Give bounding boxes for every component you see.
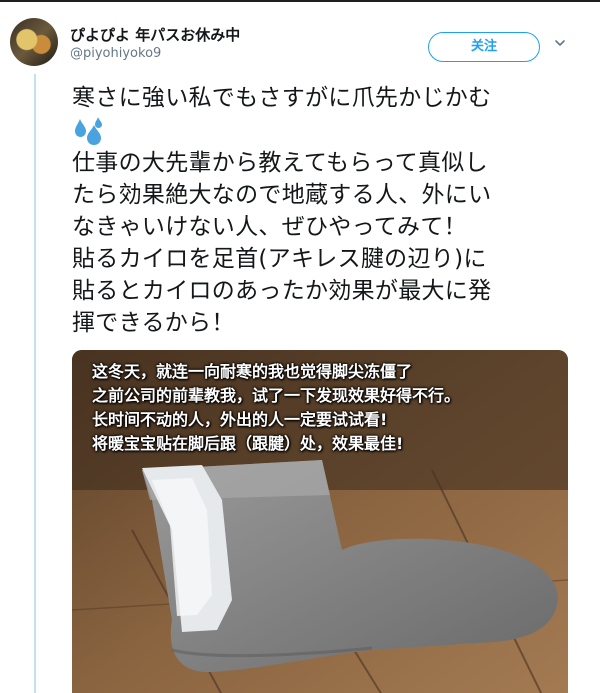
chevron-down-icon[interactable] (550, 36, 570, 56)
photo-caption-line: 这冬天，就连一向耐寒的我也觉得脚尖冻僵了 (92, 362, 413, 381)
tweet-text: 寒さに強い私でもさすがに爪先かじかむ 仕事の大先輩から教えてもらって真似し たら… (72, 82, 577, 339)
tweet-text-line: 貼るカイロを足首(アキレス腱の辺り)に (72, 245, 487, 272)
photo-caption: 这冬天，就连一向耐寒的我也觉得脚尖冻僵了 之前公司的前辈教我，试了一下发现效果好… (92, 360, 562, 456)
tweet-card: ぴよぴよ 年パスお休み中 @piyohiyoko9 关注 寒さに強い私でもさすが… (0, 0, 600, 693)
tweet-text-line: 揮できるから！ (72, 309, 235, 336)
sweat-droplets-icon (75, 116, 102, 145)
photo-caption-line: 长时间不动的人，外出的人一定要试试看! (92, 410, 388, 429)
thread-line (34, 74, 36, 693)
avatar[interactable] (10, 18, 58, 66)
emoji-line (72, 114, 577, 147)
author-name[interactable]: ぴよぴよ 年パスお休み中 (70, 24, 240, 45)
tweet-text-line: たら効果絶大なので地蔵する人、外にい (72, 181, 492, 208)
chevron-down-icon-glyph (555, 40, 565, 46)
author-handle[interactable]: @piyohiyoko9 (70, 46, 161, 61)
tweet-photo[interactable]: 这冬天，就连一向耐寒的我也觉得脚尖冻僵了 之前公司的前辈教我，试了一下发现效果好… (72, 350, 568, 693)
tweet-header: ぴよぴよ 年パスお休み中 @piyohiyoko9 关注 (10, 14, 590, 70)
tweet-text-line: 貼るとカイロのあったか効果が最大に発 (72, 277, 492, 304)
photo-caption-line: 将暖宝宝贴在脚后跟（跟腱）处，效果最佳! (92, 434, 404, 453)
follow-button[interactable]: 关注 (428, 32, 540, 62)
photo-caption-line: 之前公司的前辈教我，试了一下发现效果好得不行。 (92, 386, 461, 405)
tweet-text-line: 寒さに強い私でもさすがに爪先かじかむ (72, 85, 492, 111)
tweet-text-line: なきゃいけない人、ぜひやってみて！ (72, 213, 467, 240)
tweet-text-line: 仕事の大先輩から教えてもらって真似し (72, 149, 488, 176)
